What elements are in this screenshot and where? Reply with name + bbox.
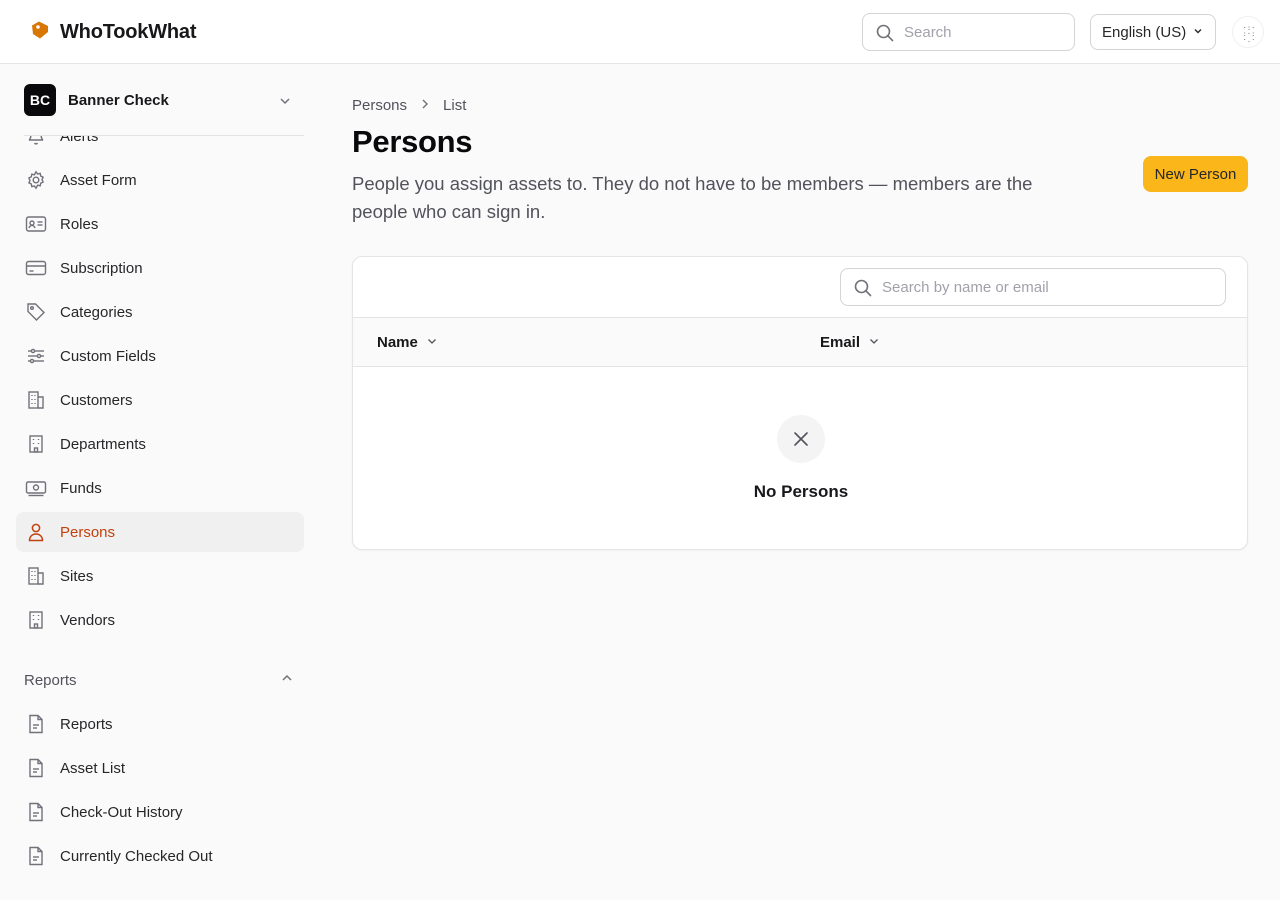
empty-state-x-icon	[777, 415, 825, 463]
sidebar-item-label: Vendors	[60, 611, 116, 629]
table-search-placeholder: Search by name or email	[882, 279, 1049, 296]
chevron-up-icon	[280, 671, 294, 690]
page-title: Persons	[352, 124, 473, 159]
sidebar-item-label: Check-Out History	[60, 803, 183, 821]
empty-state-text: No Persons	[753, 482, 849, 501]
sidebar-item-label: Customers	[60, 391, 133, 409]
org-name: Banner Check	[68, 91, 169, 109]
table-header: Name Email	[353, 317, 1247, 367]
sidebar-item-label: Asset Form	[60, 171, 137, 189]
sidebar-item-label: Alerts	[60, 136, 99, 145]
search-icon	[854, 279, 872, 302]
gear-icon	[24, 168, 48, 192]
org-switcher[interactable]: BC Banner Check	[24, 84, 296, 116]
sidebar-item-funds[interactable]: Funds	[16, 468, 304, 508]
sidebar-item-subscription[interactable]: Subscription	[16, 248, 304, 288]
sidebar-item-categories[interactable]: Categories	[16, 292, 304, 332]
sidebar-item-label: Custom Fields	[60, 347, 156, 365]
language-select[interactable]: English (US)	[1090, 14, 1216, 50]
sidebar-item-reports[interactable]: Reports	[16, 704, 304, 744]
sidebar-item-vendors[interactable]: Vendors	[16, 600, 304, 640]
chevron-right-icon	[419, 97, 431, 114]
new-person-button[interactable]: New Person	[1143, 156, 1248, 192]
table-search-input[interactable]: Search by name or email	[840, 268, 1226, 306]
sidebar-item-currently-checked-out[interactable]: Currently Checked Out	[16, 836, 304, 876]
avatar-pattern-icon: ·:·:·: ·.·	[1242, 24, 1256, 44]
reports-section-toggle[interactable]: Reports	[16, 660, 304, 700]
sidebar-nav: Alerts Asset Form Roles Subscription Cat…	[0, 136, 320, 900]
brand[interactable]: WhoTookWhat	[30, 20, 196, 45]
sidebar-item-asset-list[interactable]: Asset List	[16, 748, 304, 788]
sidebar-item-alerts[interactable]: Alerts	[16, 136, 304, 156]
sidebar-item-departments[interactable]: Departments	[16, 424, 304, 464]
sidebar: BC Banner Check Alerts Asset Form Roles …	[0, 65, 320, 900]
user-avatar[interactable]: ·:·:·: ·.·	[1232, 16, 1264, 48]
building-icon	[24, 564, 48, 588]
sliders-icon	[24, 344, 48, 368]
global-search-input[interactable]: Search	[862, 13, 1075, 51]
sidebar-item-custom-fields[interactable]: Custom Fields	[16, 336, 304, 376]
credit-card-icon	[24, 256, 48, 280]
persons-table-card: Search by name or email Name Email No Pe…	[352, 256, 1248, 550]
breadcrumb-persons-link[interactable]: Persons	[352, 97, 407, 114]
tag-logo-icon	[30, 20, 50, 45]
sidebar-item-label: Roles	[60, 215, 99, 233]
file-icon	[24, 844, 48, 868]
app-name: WhoTookWhat	[60, 21, 197, 43]
sidebar-item-sites[interactable]: Sites	[16, 556, 304, 596]
language-label: English (US)	[1102, 23, 1187, 41]
chevron-down-icon	[1192, 24, 1204, 41]
sidebar-item-label: Categories	[60, 303, 133, 321]
column-label: Email	[820, 334, 861, 351]
sidebar-item-label: Departments	[60, 435, 146, 453]
tag-icon	[24, 300, 48, 324]
sidebar-item-persons[interactable]: Persons	[16, 512, 304, 552]
building-icon	[24, 388, 48, 412]
reports-section-label: Reports	[24, 671, 77, 689]
bell-icon	[24, 136, 48, 148]
sidebar-item-check-out-history[interactable]: Check-Out History	[16, 792, 304, 832]
search-icon	[876, 24, 894, 47]
sidebar-item-label: Currently Checked Out	[60, 847, 213, 865]
building-icon	[24, 608, 48, 632]
sidebar-item-customers[interactable]: Customers	[16, 380, 304, 420]
top-bar: WhoTookWhat Search English (US) ·:·:·: ·.…	[0, 0, 1280, 64]
banknote-icon	[24, 476, 48, 500]
file-icon	[24, 756, 48, 780]
user-icon	[24, 520, 48, 544]
id-card-icon	[24, 212, 48, 236]
sidebar-item-label: Funds	[60, 479, 102, 497]
sidebar-item-asset-form[interactable]: Asset Form	[16, 160, 304, 200]
column-label: Name	[377, 334, 418, 351]
column-header-email[interactable]: Email	[820, 334, 880, 351]
sidebar-item-label: Asset List	[60, 759, 126, 777]
column-header-name[interactable]: Name	[377, 334, 438, 351]
page-description: People you assign assets to. They do not…	[352, 173, 1033, 222]
breadcrumb: Persons List	[352, 97, 466, 114]
sidebar-item-label: Sites	[60, 567, 94, 585]
chevron-down-icon	[868, 334, 880, 351]
chevron-down-icon	[426, 334, 438, 351]
building-icon	[24, 432, 48, 456]
sidebar-item-label: Reports	[60, 715, 113, 733]
sidebar-item-roles[interactable]: Roles	[16, 204, 304, 244]
chevron-down-icon	[278, 94, 292, 113]
sidebar-item-label: Subscription	[60, 259, 143, 277]
breadcrumb-current: List	[443, 97, 467, 114]
file-icon	[24, 712, 48, 736]
file-icon	[24, 800, 48, 824]
search-placeholder: Search	[904, 24, 952, 41]
org-avatar: BC	[24, 84, 56, 116]
sidebar-item-label: Persons	[60, 523, 116, 541]
